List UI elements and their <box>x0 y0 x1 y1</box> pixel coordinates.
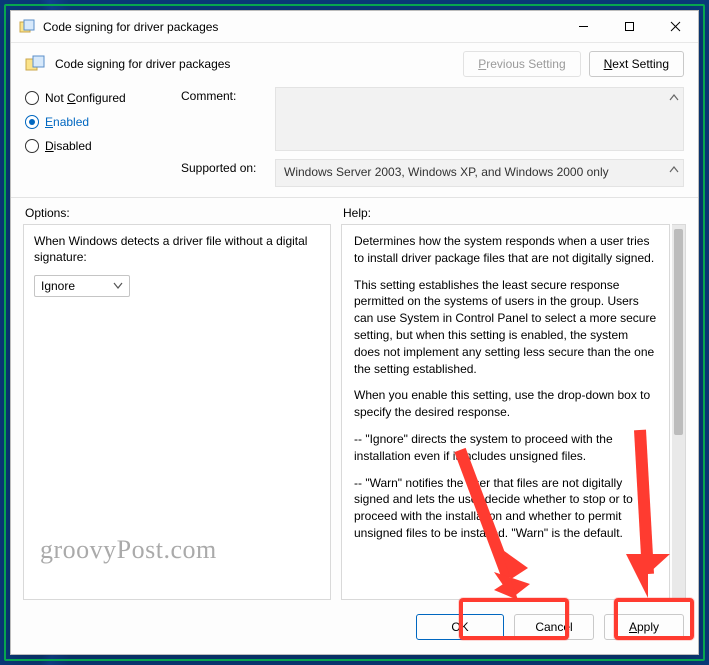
maximize-button[interactable] <box>606 11 652 43</box>
dialog-window: Code signing for driver packages Code si… <box>10 10 699 655</box>
comment-textarea[interactable] <box>275 87 684 151</box>
help-pane-wrapper: Determines how the system responds when … <box>341 224 686 600</box>
titlebar: Code signing for driver packages <box>11 11 698 43</box>
divider <box>11 197 698 198</box>
policy-icon <box>19 19 35 35</box>
help-scrollbar[interactable] <box>672 224 686 600</box>
window-controls <box>560 11 698 43</box>
previous-setting-button[interactable]: Previous Setting <box>463 51 580 77</box>
close-button[interactable] <box>652 11 698 43</box>
radio-enabled[interactable]: Enabled <box>25 115 167 129</box>
help-label: Help: <box>343 206 684 220</box>
config-row: Not Configured Enabled Disabled Comment: <box>11 87 698 193</box>
radio-icon <box>25 115 39 129</box>
policy-setting-icon <box>25 55 47 73</box>
panes-row: When Windows detects a driver file witho… <box>11 224 698 600</box>
supported-label: Supported on: <box>181 159 265 175</box>
options-text: When Windows detects a driver file witho… <box>34 233 320 265</box>
policy-title: Code signing for driver packages <box>55 57 230 71</box>
options-pane: When Windows detects a driver file witho… <box>23 224 331 600</box>
footer: OK Cancel Apply <box>11 600 698 654</box>
help-pane[interactable]: Determines how the system responds when … <box>341 224 670 600</box>
apply-button[interactable]: Apply <box>604 614 684 640</box>
comment-label: Comment: <box>181 87 265 103</box>
scroll-up-icon[interactable] <box>667 162 681 178</box>
radio-icon <box>25 91 39 105</box>
options-label: Options: <box>25 206 329 220</box>
supported-on-field: Windows Server 2003, Windows XP, and Win… <box>275 159 684 187</box>
response-select[interactable]: Ignore <box>34 275 130 297</box>
labels-row: Options: Help: <box>11 206 698 220</box>
next-setting-button[interactable]: Next Setting <box>589 51 684 77</box>
radio-disabled[interactable]: Disabled <box>25 139 167 153</box>
window-title: Code signing for driver packages <box>43 20 218 34</box>
cancel-button[interactable]: Cancel <box>514 614 594 640</box>
minimize-button[interactable] <box>560 11 606 43</box>
select-value: Ignore <box>41 279 75 293</box>
header-row: Code signing for driver packages Previou… <box>11 43 698 87</box>
scroll-up-icon[interactable] <box>667 90 681 106</box>
chevron-down-icon <box>113 279 123 293</box>
radio-not-configured[interactable]: Not Configured <box>25 91 167 105</box>
fields-column: Comment: Supported on: Windows Server 20… <box>181 87 684 187</box>
ok-button[interactable]: OK <box>416 614 504 640</box>
scrollbar-thumb[interactable] <box>674 229 683 435</box>
state-radio-group: Not Configured Enabled Disabled <box>25 87 167 187</box>
radio-icon <box>25 139 39 153</box>
